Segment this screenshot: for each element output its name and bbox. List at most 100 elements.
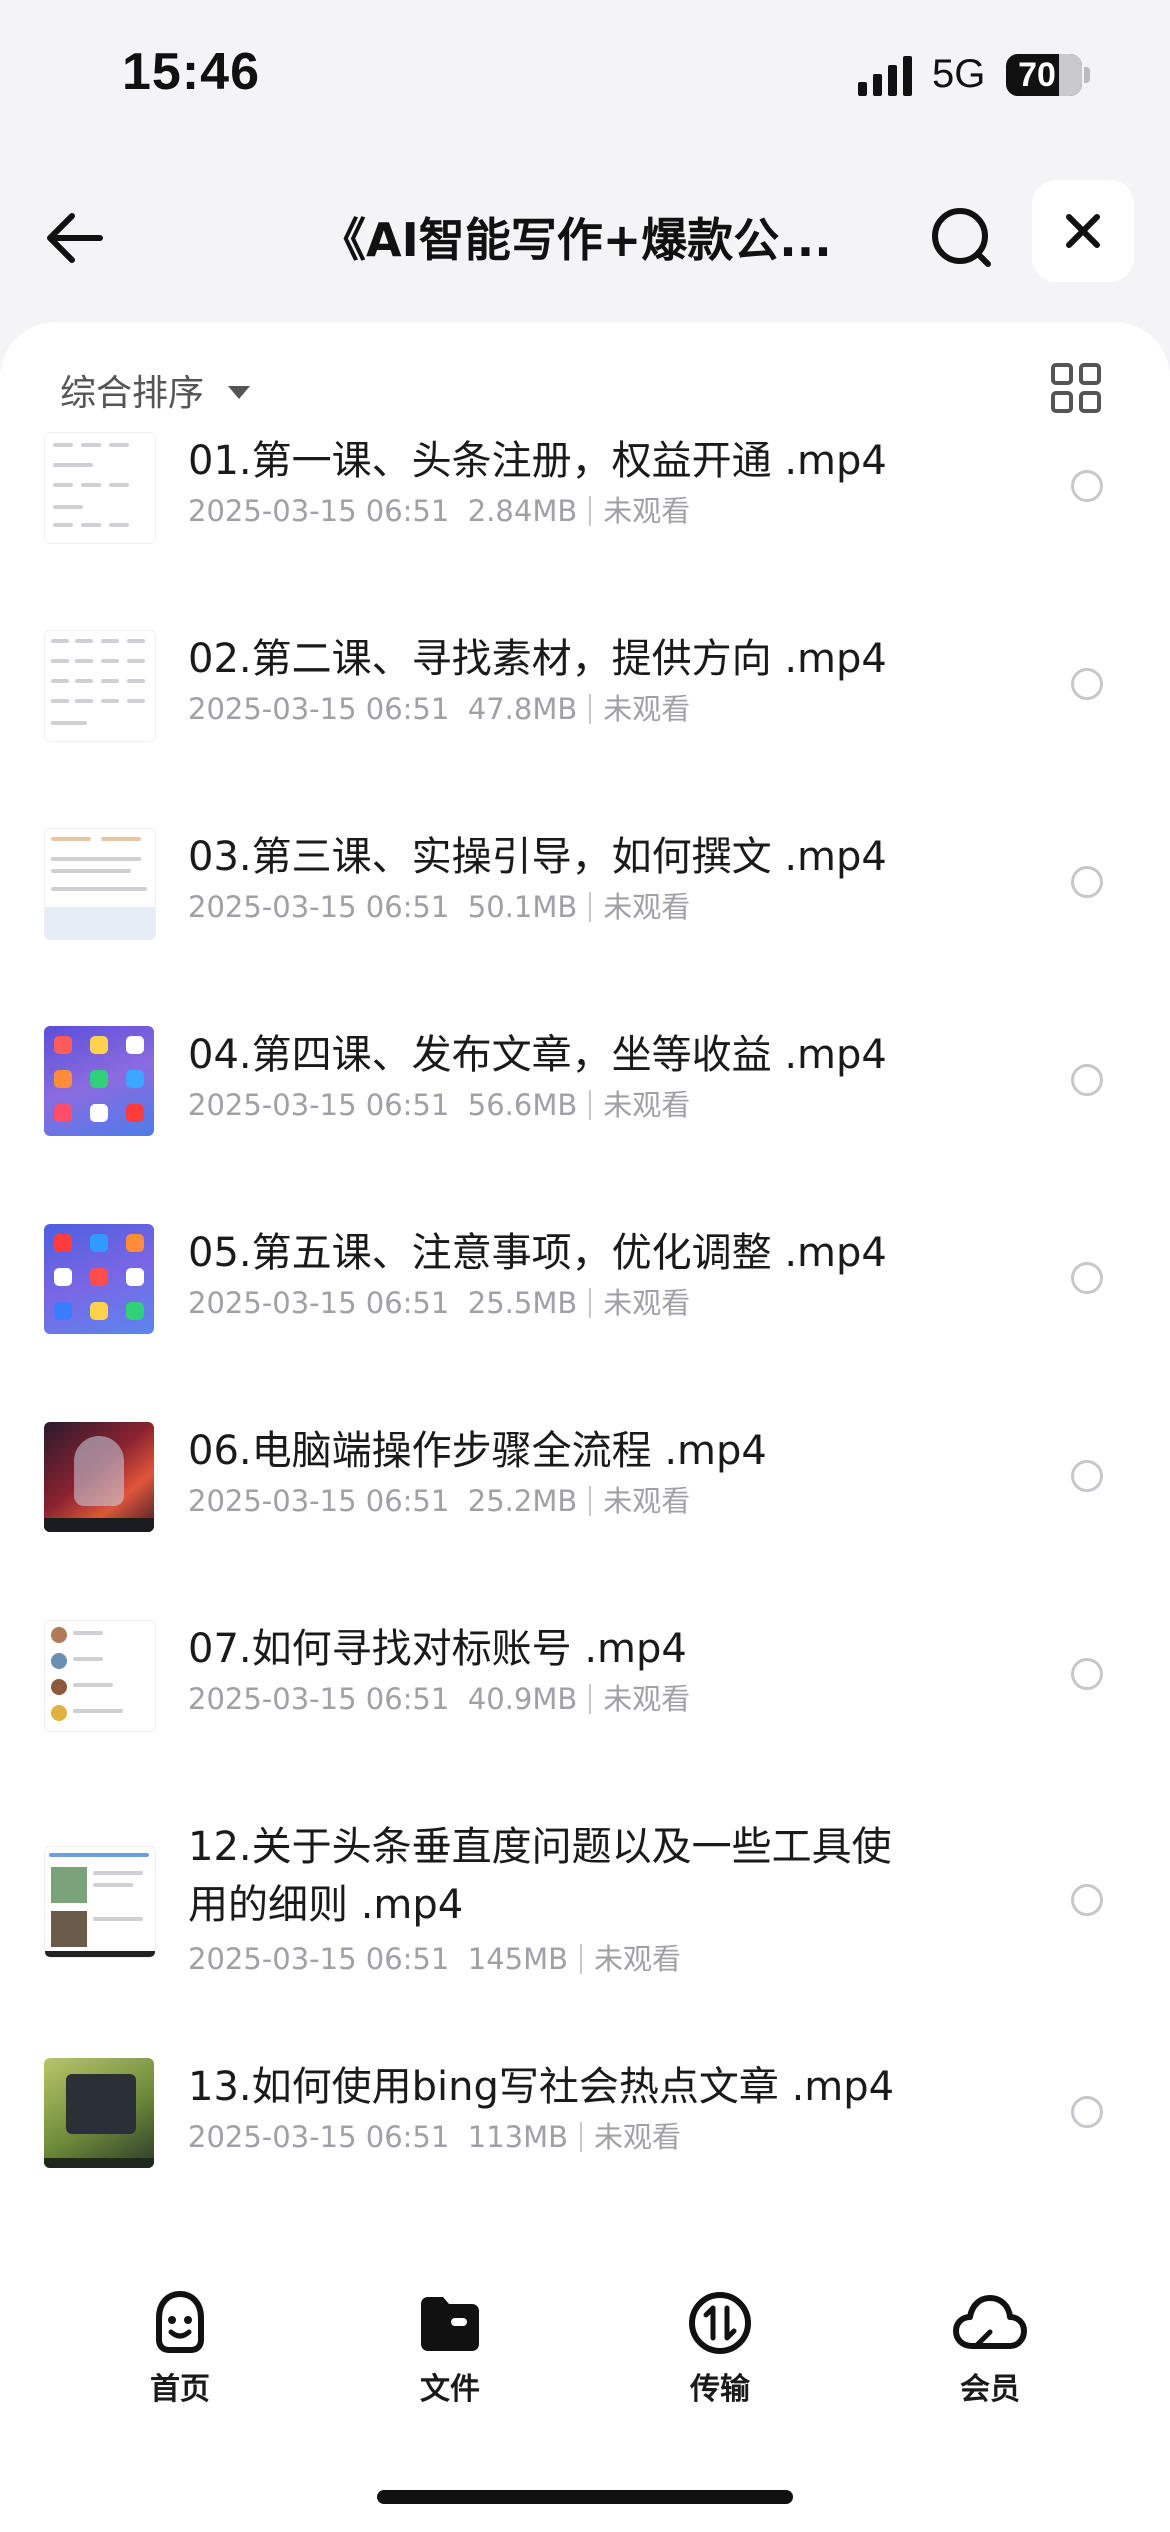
file-size: 50.1MB (467, 890, 578, 924)
video-thumbnail (44, 432, 156, 544)
tab-vip[interactable]: 会员 (910, 2288, 1070, 2418)
file-name: 03.第三课、实操引导，如何撰文 .mp4 (188, 834, 887, 880)
sort-dropdown[interactable]: 综合排序 (60, 360, 251, 420)
search-icon (932, 208, 991, 267)
file-name: 06.电脑端操作步骤全流程 .mp4 (188, 1428, 767, 1474)
file-meta: 2025-03-15 06:51 50.1MB 未观看 (188, 884, 690, 926)
search-button[interactable] (920, 196, 1004, 280)
video-thumbnail (44, 1026, 154, 1136)
tab-label: 传输 (690, 2372, 750, 2407)
file-size: 25.5MB (467, 1286, 578, 1320)
file-size: 2.84MB (467, 494, 578, 528)
select-radio[interactable] (1071, 1064, 1103, 1096)
video-thumbnail (44, 2058, 154, 2168)
file-row[interactable]: 06.电脑端操作步骤全流程 .mp4 2025-03-15 06:51 25.2… (0, 1422, 1170, 1602)
video-thumbnail (44, 1846, 156, 1958)
file-date: 2025-03-15 06:51 (188, 2120, 450, 2154)
file-name: 01.第一课、头条注册，权益开通 .mp4 (188, 438, 887, 484)
file-name: 02.第二课、寻找素材，提供方向 .mp4 (188, 636, 887, 682)
tab-label: 首页 (150, 2372, 210, 2407)
battery-icon: 70 (1006, 54, 1090, 96)
watch-status: 未观看 (603, 890, 691, 924)
nav-bar: 《AI智能写作+爆款公... (0, 160, 1170, 300)
grid-view-icon[interactable] (1050, 362, 1102, 414)
file-date: 2025-03-15 06:51 (188, 1682, 450, 1716)
watch-status: 未观看 (603, 1484, 691, 1518)
select-radio[interactable] (1071, 1460, 1103, 1492)
file-row[interactable]: 01.第一课、头条注册，权益开通 .mp4 2025-03-15 06:51 2… (0, 432, 1170, 612)
home-indicator (377, 2490, 793, 2504)
video-thumbnail (44, 1620, 156, 1732)
watch-status: 未观看 (603, 494, 691, 528)
file-date: 2025-03-15 06:51 (188, 692, 450, 726)
select-radio[interactable] (1071, 470, 1103, 502)
file-row[interactable]: 13.如何使用bing写社会热点文章 .mp4 2025-03-15 06:51… (0, 2058, 1170, 2238)
file-meta: 2025-03-15 06:51 25.2MB 未观看 (188, 1478, 690, 1520)
watch-status: 未观看 (594, 1942, 682, 1976)
file-sheet: 综合排序 01.第一课、头条注册，权益开通 .mp4 2025-03-15 06… (0, 322, 1170, 2532)
file-date: 2025-03-15 06:51 (188, 494, 450, 528)
video-thumbnail (44, 1224, 154, 1334)
file-size: 56.6MB (467, 1088, 578, 1122)
select-radio[interactable] (1071, 2096, 1103, 2128)
select-radio[interactable] (1071, 1262, 1103, 1294)
tab-bar: 首页 文件 传输 会员 (0, 2270, 1170, 2420)
file-date: 2025-03-15 06:51 (188, 1942, 450, 1976)
close-icon (1066, 214, 1100, 248)
file-meta: 2025-03-15 06:51 25.5MB 未观看 (188, 1280, 690, 1322)
file-meta: 2025-03-15 06:51 40.9MB 未观看 (188, 1676, 690, 1718)
watch-status: 未观看 (603, 692, 691, 726)
watch-status: 未观看 (603, 1682, 691, 1716)
select-radio[interactable] (1071, 866, 1103, 898)
page-title: 《AI智能写作+爆款公... (320, 213, 832, 267)
close-button[interactable] (1032, 180, 1134, 282)
cloud-icon (953, 2295, 1027, 2349)
file-row[interactable]: 03.第三课、实操引导，如何撰文 .mp4 2025-03-15 06:51 5… (0, 828, 1170, 1008)
file-date: 2025-03-15 06:51 (188, 1286, 450, 1320)
watch-status: 未观看 (603, 1088, 691, 1122)
file-row[interactable]: 02.第二课、寻找素材，提供方向 .mp4 2025-03-15 06:51 4… (0, 630, 1170, 810)
tab-transfer[interactable]: 传输 (640, 2288, 800, 2418)
status-bar: 15:46 5G 70 (0, 0, 1170, 150)
file-name: 07.如何寻找对标账号 .mp4 (188, 1626, 687, 1672)
file-row[interactable]: 07.如何寻找对标账号 .mp4 2025-03-15 06:51 40.9MB… (0, 1620, 1170, 1800)
transfer-icon (689, 2292, 751, 2354)
signal-icon (858, 56, 912, 96)
file-row[interactable]: 12.关于头条垂直度问题以及一些工具使用的细则 .mp4 2025-03-15 … (0, 1818, 1170, 2038)
file-name: 05.第五课、注意事项，优化调整 .mp4 (188, 1230, 887, 1276)
arrow-left-icon (47, 213, 103, 263)
tab-label: 会员 (960, 2372, 1020, 2407)
status-time: 15:46 (122, 43, 260, 101)
screen: 15:46 5G 70 《AI智能写作+爆款公... 综合排序 01.第一课、头… (0, 0, 1170, 2532)
select-radio[interactable] (1071, 1884, 1103, 1916)
smile-face-icon (156, 2291, 204, 2353)
file-meta: 2025-03-15 06:51 113MB 未观看 (188, 2114, 681, 2156)
file-row[interactable]: 05.第五课、注意事项，优化调整 .mp4 2025-03-15 06:51 2… (0, 1224, 1170, 1404)
file-row[interactable]: 04.第四课、发布文章，坐等收益 .mp4 2025-03-15 06:51 5… (0, 1026, 1170, 1206)
file-meta: 2025-03-15 06:51 56.6MB 未观看 (188, 1082, 690, 1124)
file-size: 145MB (467, 1942, 569, 1976)
select-radio[interactable] (1071, 668, 1103, 700)
tab-label: 文件 (420, 2372, 480, 2407)
file-size: 47.8MB (467, 692, 578, 726)
file-size: 25.2MB (467, 1484, 578, 1518)
file-date: 2025-03-15 06:51 (188, 890, 450, 924)
network-type: 5G (932, 52, 986, 96)
file-meta: 2025-03-15 06:51 47.8MB 未观看 (188, 686, 690, 728)
video-thumbnail (44, 828, 156, 940)
watch-status: 未观看 (594, 2120, 682, 2154)
back-button[interactable] (38, 196, 122, 280)
tab-files[interactable]: 文件 (370, 2288, 530, 2418)
video-thumbnail (44, 1422, 154, 1532)
file-name: 12.关于头条垂直度问题以及一些工具使用的细则 .mp4 (188, 1824, 892, 1928)
file-meta: 2025-03-15 06:51 2.84MB 未观看 (188, 488, 690, 530)
file-name: 04.第四课、发布文章，坐等收益 .mp4 (188, 1032, 887, 1078)
watch-status: 未观看 (603, 1286, 691, 1320)
file-meta: 2025-03-15 06:51 145MB 未观看 (188, 1936, 681, 1978)
select-radio[interactable] (1071, 1658, 1103, 1690)
file-size: 40.9MB (467, 1682, 578, 1716)
sort-label: 综合排序 (60, 373, 205, 414)
file-size: 113MB (467, 2120, 569, 2154)
file-name: 13.如何使用bing写社会热点文章 .mp4 (188, 2064, 895, 2110)
tab-home[interactable]: 首页 (100, 2288, 260, 2418)
